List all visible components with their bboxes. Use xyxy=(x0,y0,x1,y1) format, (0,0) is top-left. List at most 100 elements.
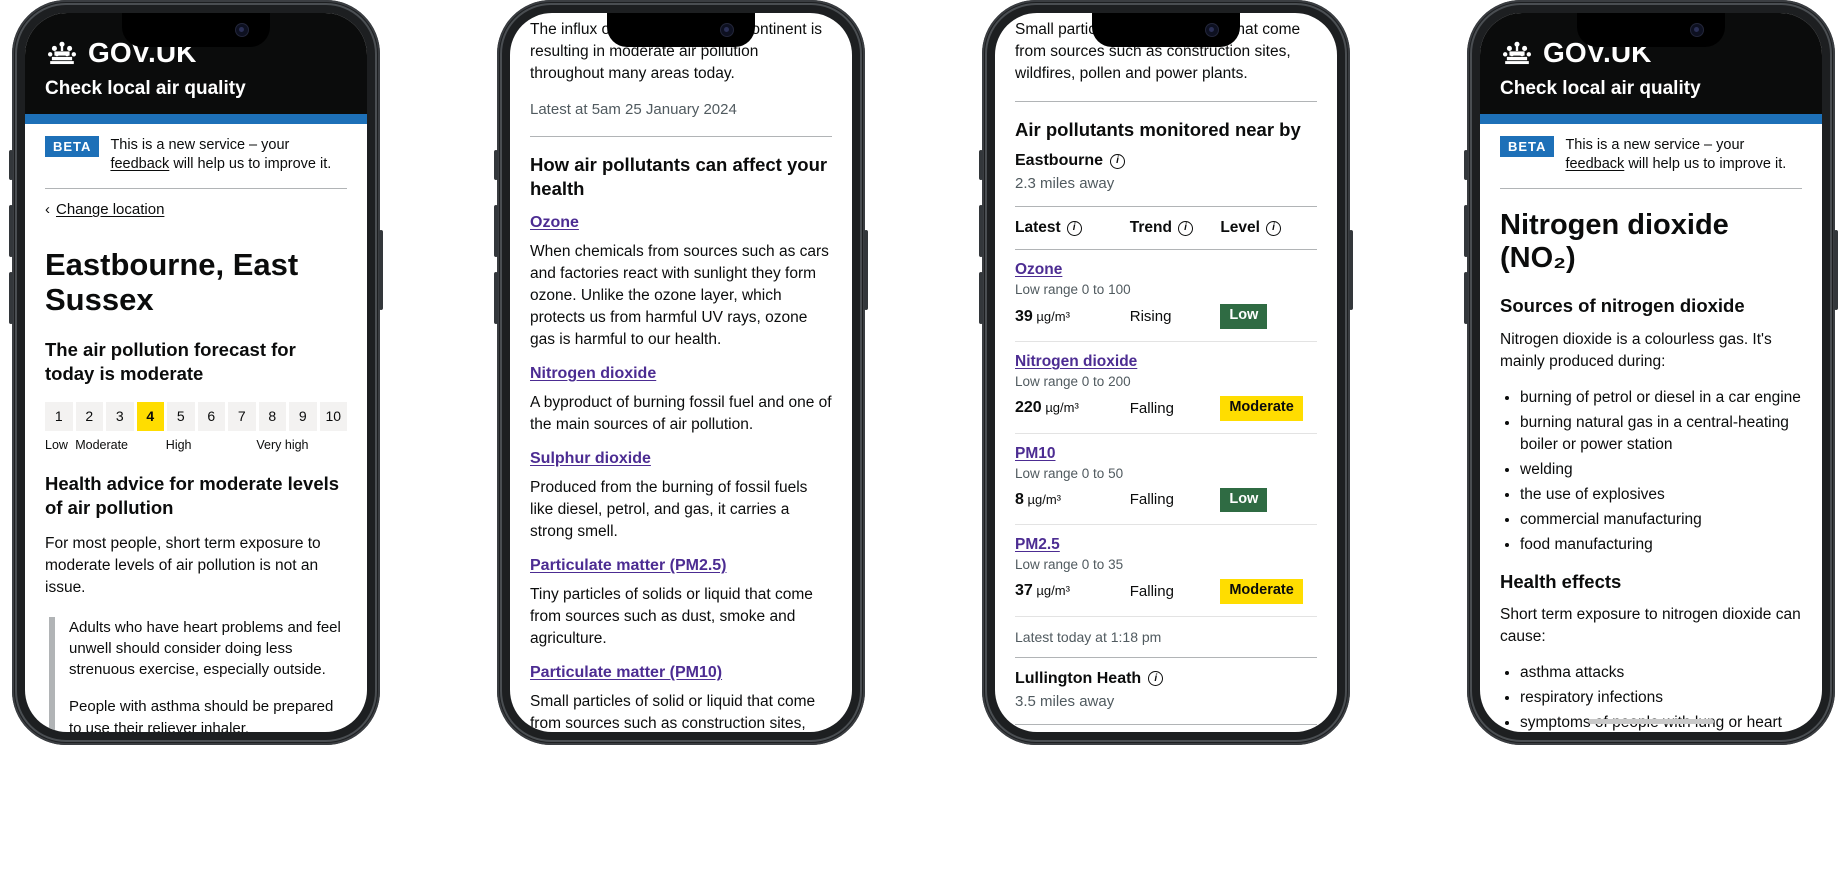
table-row: PM2.5 Low range 0 to 35 37 µg/m³ Falling Mod… xyxy=(1015,525,1317,617)
readings-table-header: LatestiTrendiLeveli xyxy=(1015,206,1317,251)
info-icon[interactable]: i xyxy=(1110,153,1126,169)
power-button[interactable] xyxy=(1349,230,1353,310)
phase-blue-bar xyxy=(25,114,367,124)
pollutant-link[interactable]: Ozone xyxy=(1015,261,1317,279)
latest-unit: µg/m³ xyxy=(1041,400,1079,416)
health-effects-heading: Health effects xyxy=(1500,570,1622,592)
info-icon[interactable]: i xyxy=(1177,220,1193,236)
short-term-effect-item: respiratory infections xyxy=(1520,687,1802,709)
level-cell: Low xyxy=(1220,304,1317,329)
volume-down-button[interactable] xyxy=(979,272,983,324)
divider xyxy=(1015,101,1317,102)
forecast-heading: The air pollution forecast for today is … xyxy=(45,338,296,384)
crown-icon xyxy=(47,41,77,64)
service-name: Check local air quality xyxy=(1500,78,1701,99)
pollutant-link[interactable]: PM10 xyxy=(1015,445,1317,463)
phone-2-notch xyxy=(607,13,755,47)
phone-3-screen: Small particles of solid or liquid that … xyxy=(995,13,1337,732)
monitored-near-by-heading: Air pollutants monitored near by xyxy=(1015,119,1301,140)
latest-unit: µg/m³ xyxy=(1032,308,1070,324)
volume-up-button[interactable] xyxy=(979,205,983,257)
pollutant-range: Low range 0 to 35 xyxy=(1015,557,1124,573)
status-badge: Moderate xyxy=(1220,579,1303,604)
volume-up-button[interactable] xyxy=(9,205,13,257)
aqi-cell-6: 6 xyxy=(197,401,225,431)
latest-value: 8 µg/m³ xyxy=(1015,491,1130,509)
power-button[interactable] xyxy=(379,230,383,310)
latest-number: 220 xyxy=(1015,399,1042,417)
phone-4-body: BETA This is a new service – your feedba… xyxy=(1480,124,1822,732)
phone-3-notch xyxy=(1092,13,1240,47)
pollutant-link[interactable]: Particulate matter (PM10) xyxy=(530,664,832,682)
health-advice-inset: Adults who have heart problems and feel … xyxy=(49,616,347,732)
phase-blue-bar xyxy=(1480,114,1822,124)
mute-switch[interactable] xyxy=(494,150,498,180)
beta-text-after: will help us to improve it. xyxy=(169,156,332,173)
volume-down-button[interactable] xyxy=(1464,272,1468,324)
front-camera-icon xyxy=(1691,24,1703,36)
phone-1-screen: GOV.UK Check local air quality BETA This… xyxy=(25,13,367,732)
phone-4: GOV.UK Check local air quality BETA This… xyxy=(1464,0,1838,745)
aqi-cell-8: 8 xyxy=(258,401,286,431)
mute-switch[interactable] xyxy=(9,150,13,180)
table-row: PM10 Low range 0 to 50 8 µg/m³ Falling Low xyxy=(1015,434,1317,526)
short-term-effect-item: asthma attacks xyxy=(1520,662,1802,684)
air-quality-index-scale: 1 2 3 4 5 6 7 8 9 10 xyxy=(45,401,347,431)
trend-value: Falling xyxy=(1129,491,1174,509)
station-distance: 3.5 miles away xyxy=(1015,692,1115,710)
volume-down-button[interactable] xyxy=(9,272,13,324)
health-advice-intro: For most people, short term exposure to … xyxy=(45,534,321,596)
beta-text-before: This is a new service – your xyxy=(110,137,290,153)
aqi-cell-1: 1 xyxy=(45,401,73,431)
power-button[interactable] xyxy=(864,230,868,310)
info-icon[interactable]: i xyxy=(1265,220,1281,236)
pollutant-link[interactable]: Nitrogen dioxide xyxy=(530,365,832,383)
mute-switch[interactable] xyxy=(1464,150,1468,180)
status-badge: Low xyxy=(1220,487,1268,513)
volume-up-button[interactable] xyxy=(494,205,498,257)
pollutant-health-heading: How air pollutants can affect your healt… xyxy=(530,154,828,200)
status-badge: Low xyxy=(1220,304,1268,329)
column-latest: Latest i xyxy=(1015,219,1130,237)
feedback-link[interactable]: feedback xyxy=(110,156,169,172)
aqi-cell-2: 2 xyxy=(75,401,103,431)
phone-1-notch xyxy=(122,13,270,47)
pollutant-link[interactable]: Ozone xyxy=(530,214,832,232)
crown-icon xyxy=(1502,41,1532,64)
latest-value: 220 µg/m³ xyxy=(1015,399,1130,417)
pollutant-link[interactable]: PM2.5 xyxy=(1015,536,1317,554)
pollutant-description-list: Ozone When chemicals from sources such as… xyxy=(530,214,832,732)
phone-4-screen: GOV.UK Check local air quality BETA This… xyxy=(1480,13,1822,732)
aqi-cell-4: 4 xyxy=(136,401,164,431)
mute-switch[interactable] xyxy=(979,150,983,180)
beta-tag: BETA xyxy=(1500,136,1555,157)
pollutant-link[interactable]: Sulphur dioxide xyxy=(530,450,832,468)
readings-table-header: LatestiTrendiLeveli xyxy=(1015,723,1317,732)
pollutant-link[interactable]: Nitrogen dioxide xyxy=(1015,353,1317,371)
pollutant-description: Small particles of solid or liquid that … xyxy=(530,692,816,732)
pollutant-link[interactable]: Particulate matter (PM2.5) xyxy=(530,557,832,575)
volume-down-button[interactable] xyxy=(494,272,498,324)
trend-value: Falling xyxy=(1129,582,1174,600)
health-advice-heading: Health advice for moderate levels of air… xyxy=(45,472,340,519)
level-cell: Moderate xyxy=(1220,395,1317,421)
change-location-link[interactable]: ‹ Change location xyxy=(45,189,347,226)
station-distance: 2.3 miles away xyxy=(1015,175,1115,193)
phone-2: The influx of warm air from the continen… xyxy=(494,0,868,745)
feedback-link[interactable]: feedback xyxy=(1565,156,1624,172)
latest-number: 39 xyxy=(1015,307,1033,325)
chevron-left-icon: ‹ xyxy=(45,201,50,219)
column-level: Level i xyxy=(1220,219,1317,237)
level-cell: Moderate xyxy=(1220,579,1317,604)
power-button[interactable] xyxy=(1834,230,1838,310)
page-title: Eastbourne, East Sussex xyxy=(45,247,299,317)
phone-1-body: BETA This is a new service – your feedba… xyxy=(25,124,367,732)
aqi-label-very-high: Very high xyxy=(256,437,309,452)
beta-message: This is a new service – your feedback wi… xyxy=(1565,136,1802,174)
beta-message: This is a new service – your feedback wi… xyxy=(110,136,347,174)
volume-up-button[interactable] xyxy=(1464,205,1468,257)
info-icon[interactable]: i xyxy=(1148,671,1164,687)
info-icon[interactable]: i xyxy=(1066,220,1082,236)
beta-banner: BETA This is a new service – your feedba… xyxy=(45,124,347,190)
